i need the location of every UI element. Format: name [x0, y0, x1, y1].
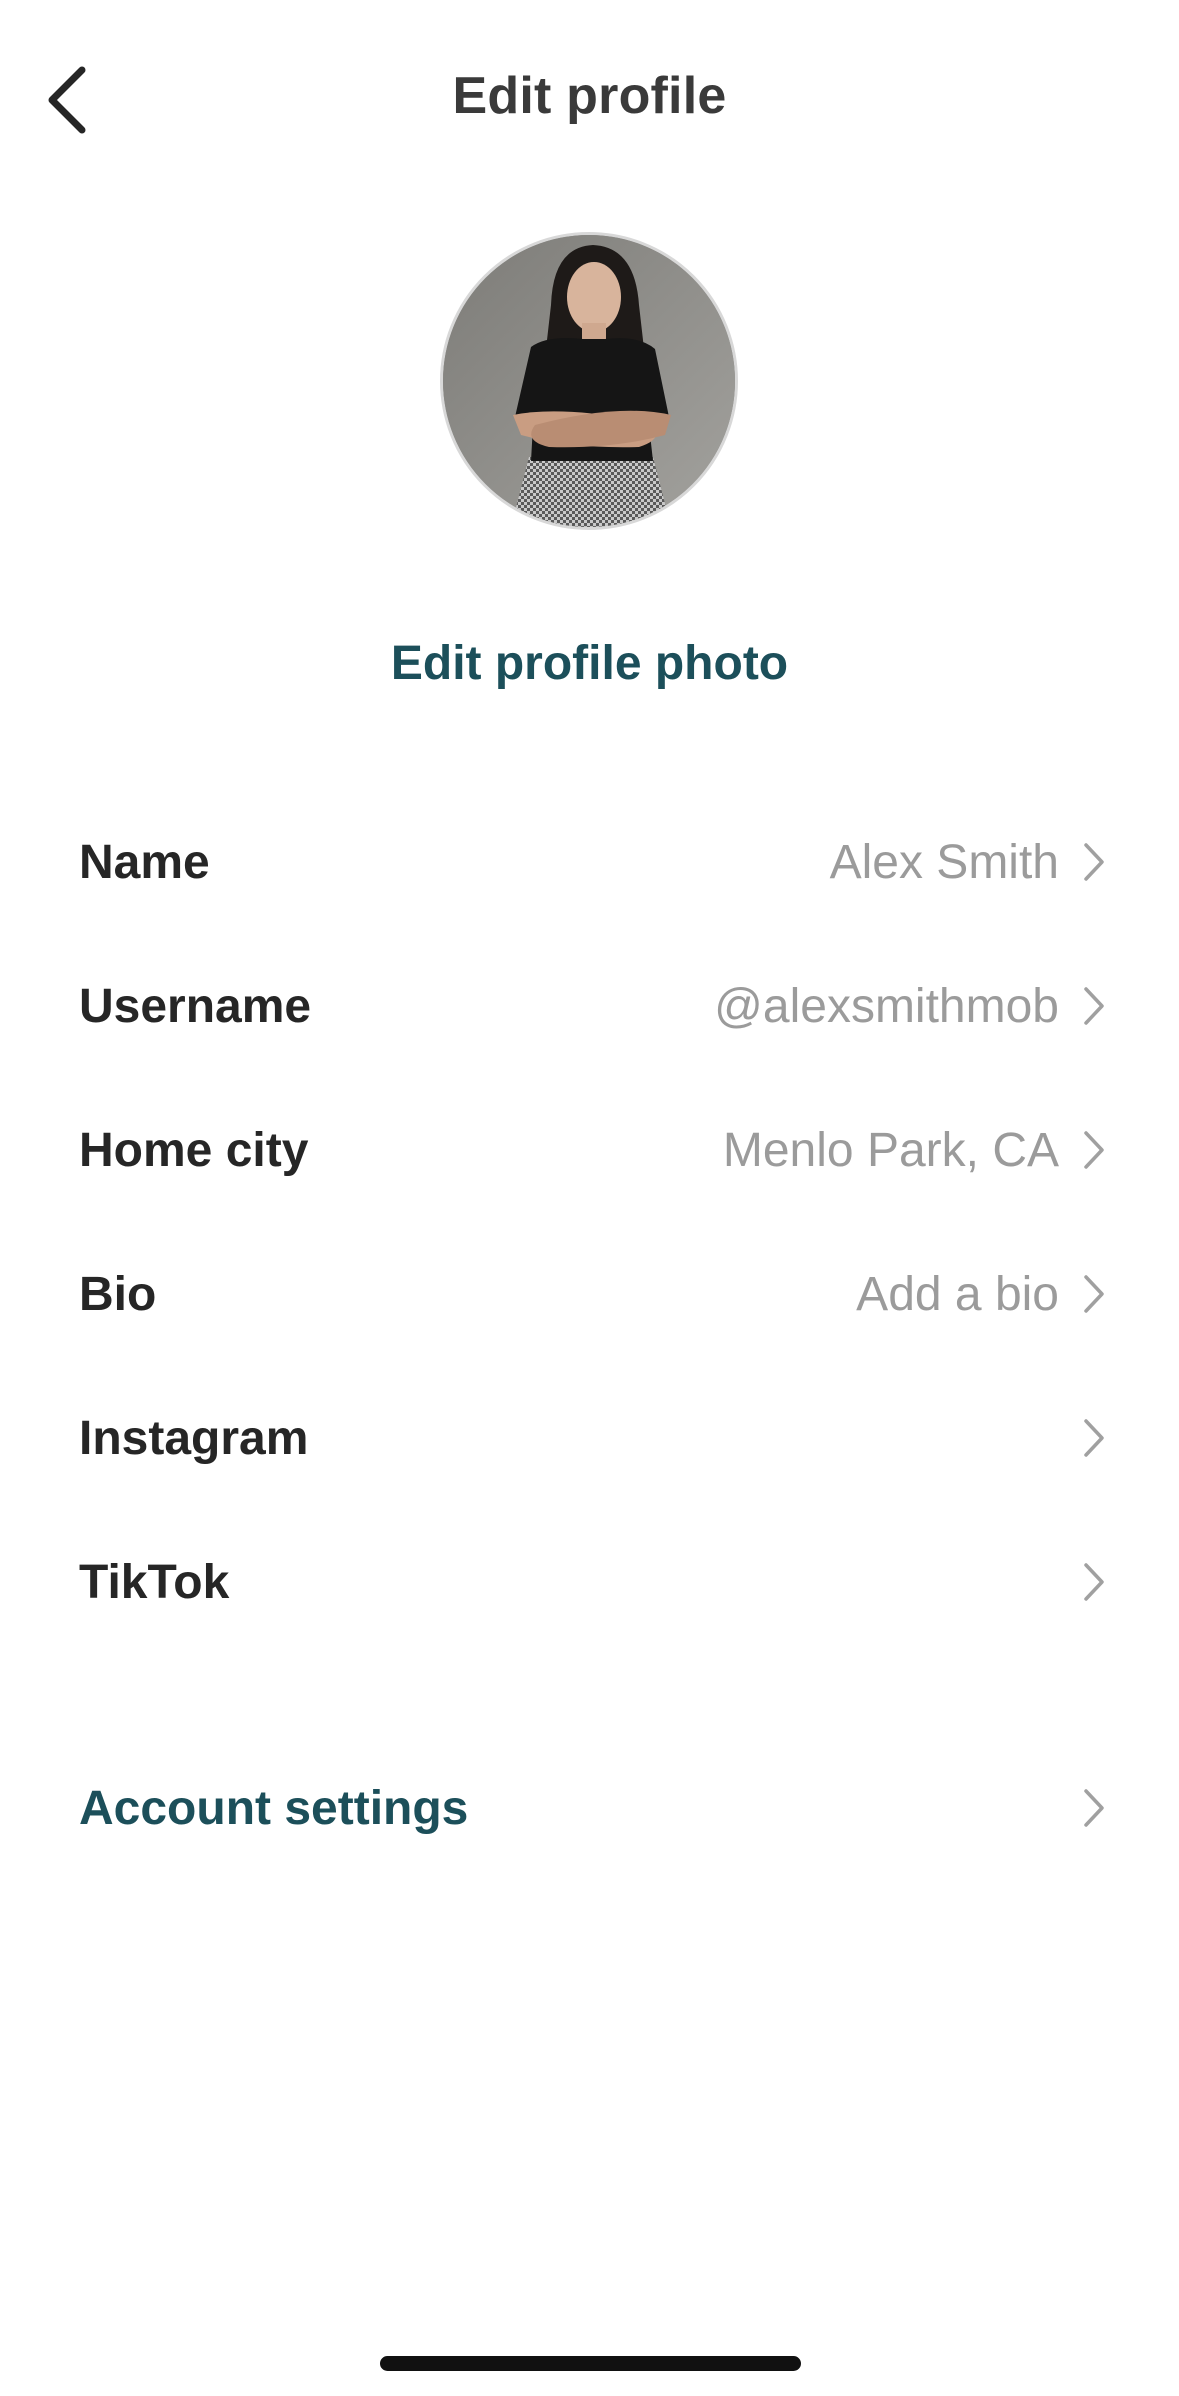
field-row-tiktok[interactable]: TikTok	[0, 1510, 1179, 1654]
edit-profile-photo-button[interactable]: Edit profile photo	[0, 636, 1179, 691]
page-title: Edit profile	[452, 67, 727, 125]
chevron-right-icon	[1077, 1126, 1111, 1174]
field-label: Name	[79, 835, 210, 889]
profile-photo	[443, 235, 735, 527]
field-label: Instagram	[79, 1411, 309, 1465]
field-label: Home city	[79, 1123, 309, 1177]
field-row-instagram[interactable]: Instagram	[0, 1366, 1179, 1510]
profile-fields-list: Name Alex Smith Username @alexsmithmob H…	[0, 790, 1179, 1654]
field-value: Menlo Park, CA	[722, 1123, 1059, 1177]
field-label: Username	[79, 979, 312, 1033]
account-settings-label: Account settings	[79, 1781, 469, 1835]
account-settings-section: Account settings	[0, 1736, 1179, 1880]
field-row-bio[interactable]: Bio Add a bio	[0, 1222, 1179, 1366]
header: Edit profile	[0, 0, 1179, 200]
field-label: TikTok	[79, 1555, 230, 1609]
field-row-name[interactable]: Name Alex Smith	[0, 790, 1179, 934]
field-value: @alexsmithmob	[714, 979, 1059, 1033]
field-value: Alex Smith	[829, 835, 1059, 889]
chevron-right-icon	[1077, 1784, 1111, 1832]
chevron-right-icon	[1077, 838, 1111, 886]
chevron-right-icon	[1077, 1270, 1111, 1318]
field-row-home-city[interactable]: Home city Menlo Park, CA	[0, 1078, 1179, 1222]
home-indicator[interactable]	[380, 2356, 801, 2371]
account-settings-button[interactable]: Account settings	[0, 1736, 1179, 1880]
chevron-right-icon	[1077, 1414, 1111, 1462]
field-row-username[interactable]: Username @alexsmithmob	[0, 934, 1179, 1078]
chevron-right-icon	[1077, 1558, 1111, 1606]
field-value: Add a bio	[856, 1267, 1059, 1321]
avatar[interactable]	[440, 232, 738, 530]
chevron-right-icon	[1077, 982, 1111, 1030]
field-label: Bio	[79, 1267, 157, 1321]
